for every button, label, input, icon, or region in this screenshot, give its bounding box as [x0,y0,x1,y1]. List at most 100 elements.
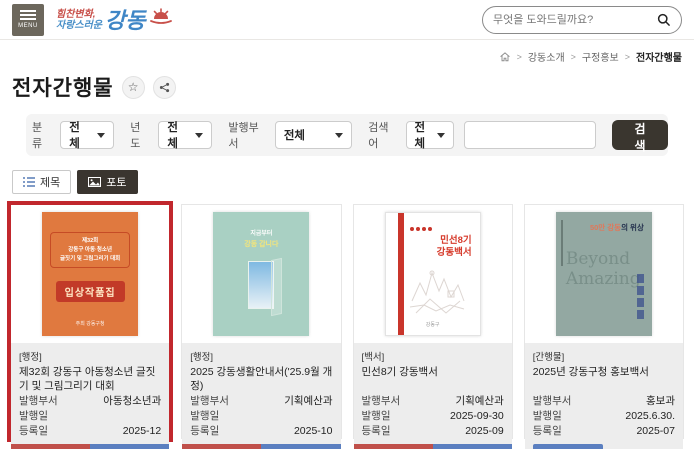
filter-category-value: 전체 [69,119,87,151]
ebook-button[interactable]: eBook [433,444,512,449]
publication-cover[interactable]: 50만 강동의 위상 Beyond Amazing [525,205,683,343]
cover-english-title: Beyond Amazing [566,250,641,289]
pub-date-value: 2025-09-30 [450,409,504,424]
publication-info: [행정] 2025 강동생활안내서('25.9월 개정) 발행부서기획예산과 발… [182,343,340,444]
cover-text: 의 위상 [621,223,644,232]
publication-title[interactable]: 제32회 강동구 아동청소년 글짓기 및 그림그리기 대회 [19,366,161,394]
cover-footer: 주최 강동구청 [76,320,105,327]
publication-title[interactable]: 2025년 강동구청 홍보백서 [533,366,675,394]
publication-details: 발행부서홍보과 발행일2025.6.30. 등록일2025-07 [533,394,675,439]
publication-title[interactable]: 2025 강동생활안내서('25.9월 개정) [190,366,332,394]
cover-footer: 강동구 [386,321,480,328]
menu-button[interactable]: MENU [12,4,44,36]
pub-date-label: 발행일 [362,409,391,424]
cover-vertical-text [637,274,644,319]
pdf-button[interactable]: PDF [182,444,261,449]
publication-cover[interactable]: 제32회 강동구 아동·청소년 글짓기 및 그림그리기 대회 입상작품집 주최 … [11,205,169,343]
dept-value: 홍보과 [646,394,675,409]
pdf-button[interactable]: PDF [354,444,433,449]
filter-year-select[interactable]: 전체 [158,121,212,149]
title-row: 전자간행물 ☆ [0,64,694,106]
view-toggle: 제목 포토 [0,156,694,194]
publication-info: [간행물] 2025년 강동구청 홍보백서 발행부서홍보과 발행일2025.6.… [525,343,683,444]
filter-category-select[interactable]: 전체 [60,121,114,149]
dept-label: 발행부서 [362,394,401,409]
publication-details: 발행부서 기획예산과 발행일 2025-09-30 등록일 2025-09 [362,394,504,439]
header-search-input[interactable] [493,14,656,26]
view-photo-button[interactable]: 포토 [77,170,137,194]
view-list-button[interactable]: 제목 [12,170,71,194]
cover-title: 50만 강동의 위상 [590,222,644,233]
cover-title: 민선8기 강동백서 [437,235,472,259]
pub-date-value: 2025.6.30. [625,409,675,424]
search-icon[interactable] [656,12,671,27]
publication-info: [행정] 제32회 강동구 아동청소년 글짓기 및 그림그리기 대회 발행부서아… [11,343,169,444]
pub-date-label: 발행일 [533,409,562,424]
breadcrumb-item[interactable]: 구정홍보 [582,49,619,64]
door-illustration [248,261,274,309]
ebook-button[interactable]: eBook [533,444,604,449]
filter-category-label: 분류 [32,119,50,151]
cover-text: 민선8기 [437,235,472,247]
breadcrumb-separator: > [625,52,630,62]
filter-bar: 분류 전체 년도 전체 발행부서 전체 검색어 전체 검색 [26,114,668,156]
category-badge: [백서] [362,349,504,363]
category-badge: [행정] [19,349,161,363]
cover-dots [410,227,432,231]
logo-slogan: 힘찬변화, 자랑스러운 [56,10,102,31]
filter-keyword-label: 검색어 [368,119,395,151]
reg-date-label: 등록일 [533,424,562,439]
dept-label: 발행부서 [19,394,58,409]
list-icon [23,177,35,187]
category-badge: [행정] [190,349,332,363]
sun-icon [150,8,172,29]
cover-text: 강동백서 [437,247,472,259]
ebook-button[interactable]: eBook [261,444,340,449]
map-line-art [406,261,468,317]
chevron-down-icon [195,133,203,138]
reg-date-label: 등록일 [190,424,219,439]
cover-text: Amazing [566,270,641,290]
ebook-button[interactable]: eBook [90,444,169,449]
card-buttons: eBook [525,444,683,449]
publication-cover[interactable]: 지금부터 강동 갑니다 [182,205,340,343]
reg-date-label: 등록일 [362,424,391,439]
filter-keyword-scope-select[interactable]: 전체 [406,121,455,149]
site-logo[interactable]: 힘찬변화, 자랑스러운 강동 [56,8,172,31]
cover-text-accent: 50만 강동 [590,223,621,232]
reg-date-value: 2025-09 [465,424,504,439]
logo-name: 강동 [105,11,145,31]
dept-value: 기획예산과 [455,394,503,409]
cover-text: 지금부터 [250,228,272,237]
book-cover-image: 민선8기 강동백서 강동구 [385,212,481,336]
search-button[interactable]: 검색 [612,120,668,150]
keyword-input[interactable] [464,121,596,149]
filter-year-value: 전체 [167,119,185,151]
filter-dept-label: 발행부서 [228,119,264,151]
dept-value: 기획예산과 [284,394,332,409]
favorite-star-button[interactable]: ☆ [122,76,145,99]
page-title: 전자간행물 [12,72,114,102]
cover-text: 강동 갑니다 [244,239,278,249]
home-icon[interactable] [499,51,511,63]
publication-card: 제32회 강동구 아동·청소년 글짓기 및 그림그리기 대회 입상작품집 주최 … [10,204,170,439]
publication-title[interactable]: 민선8기 강동백서 [362,366,504,394]
book-cover-image: 50만 강동의 위상 Beyond Amazing [556,212,652,336]
book-cover-image: 지금부터 강동 갑니다 [213,212,309,336]
card-buttons: PDF eBook [182,444,340,449]
reg-date-label: 등록일 [19,424,48,439]
breadcrumb-item[interactable]: 강동소개 [528,49,565,64]
logo-slogan-line2: 자랑스러운 [56,21,102,31]
cover-text: 글짓기 및 그림그리기 대회 [56,255,124,264]
filter-dept-value: 전체 [284,127,305,143]
publication-details: 발행부서기획예산과 발행일 등록일2025-10 [190,394,332,439]
breadcrumb-separator: > [571,52,576,62]
filter-dept-select[interactable]: 전체 [275,121,352,149]
share-button[interactable] [153,76,176,99]
site-header: MENU 힘찬변화, 자랑스러운 강동 [0,0,694,40]
reg-date-value: 2025-12 [123,424,162,439]
pdf-button[interactable]: PDF [11,444,90,449]
dept-label: 발행부서 [190,394,229,409]
header-search [482,6,682,34]
publication-cover[interactable]: 민선8기 강동백서 강동구 [354,205,512,343]
